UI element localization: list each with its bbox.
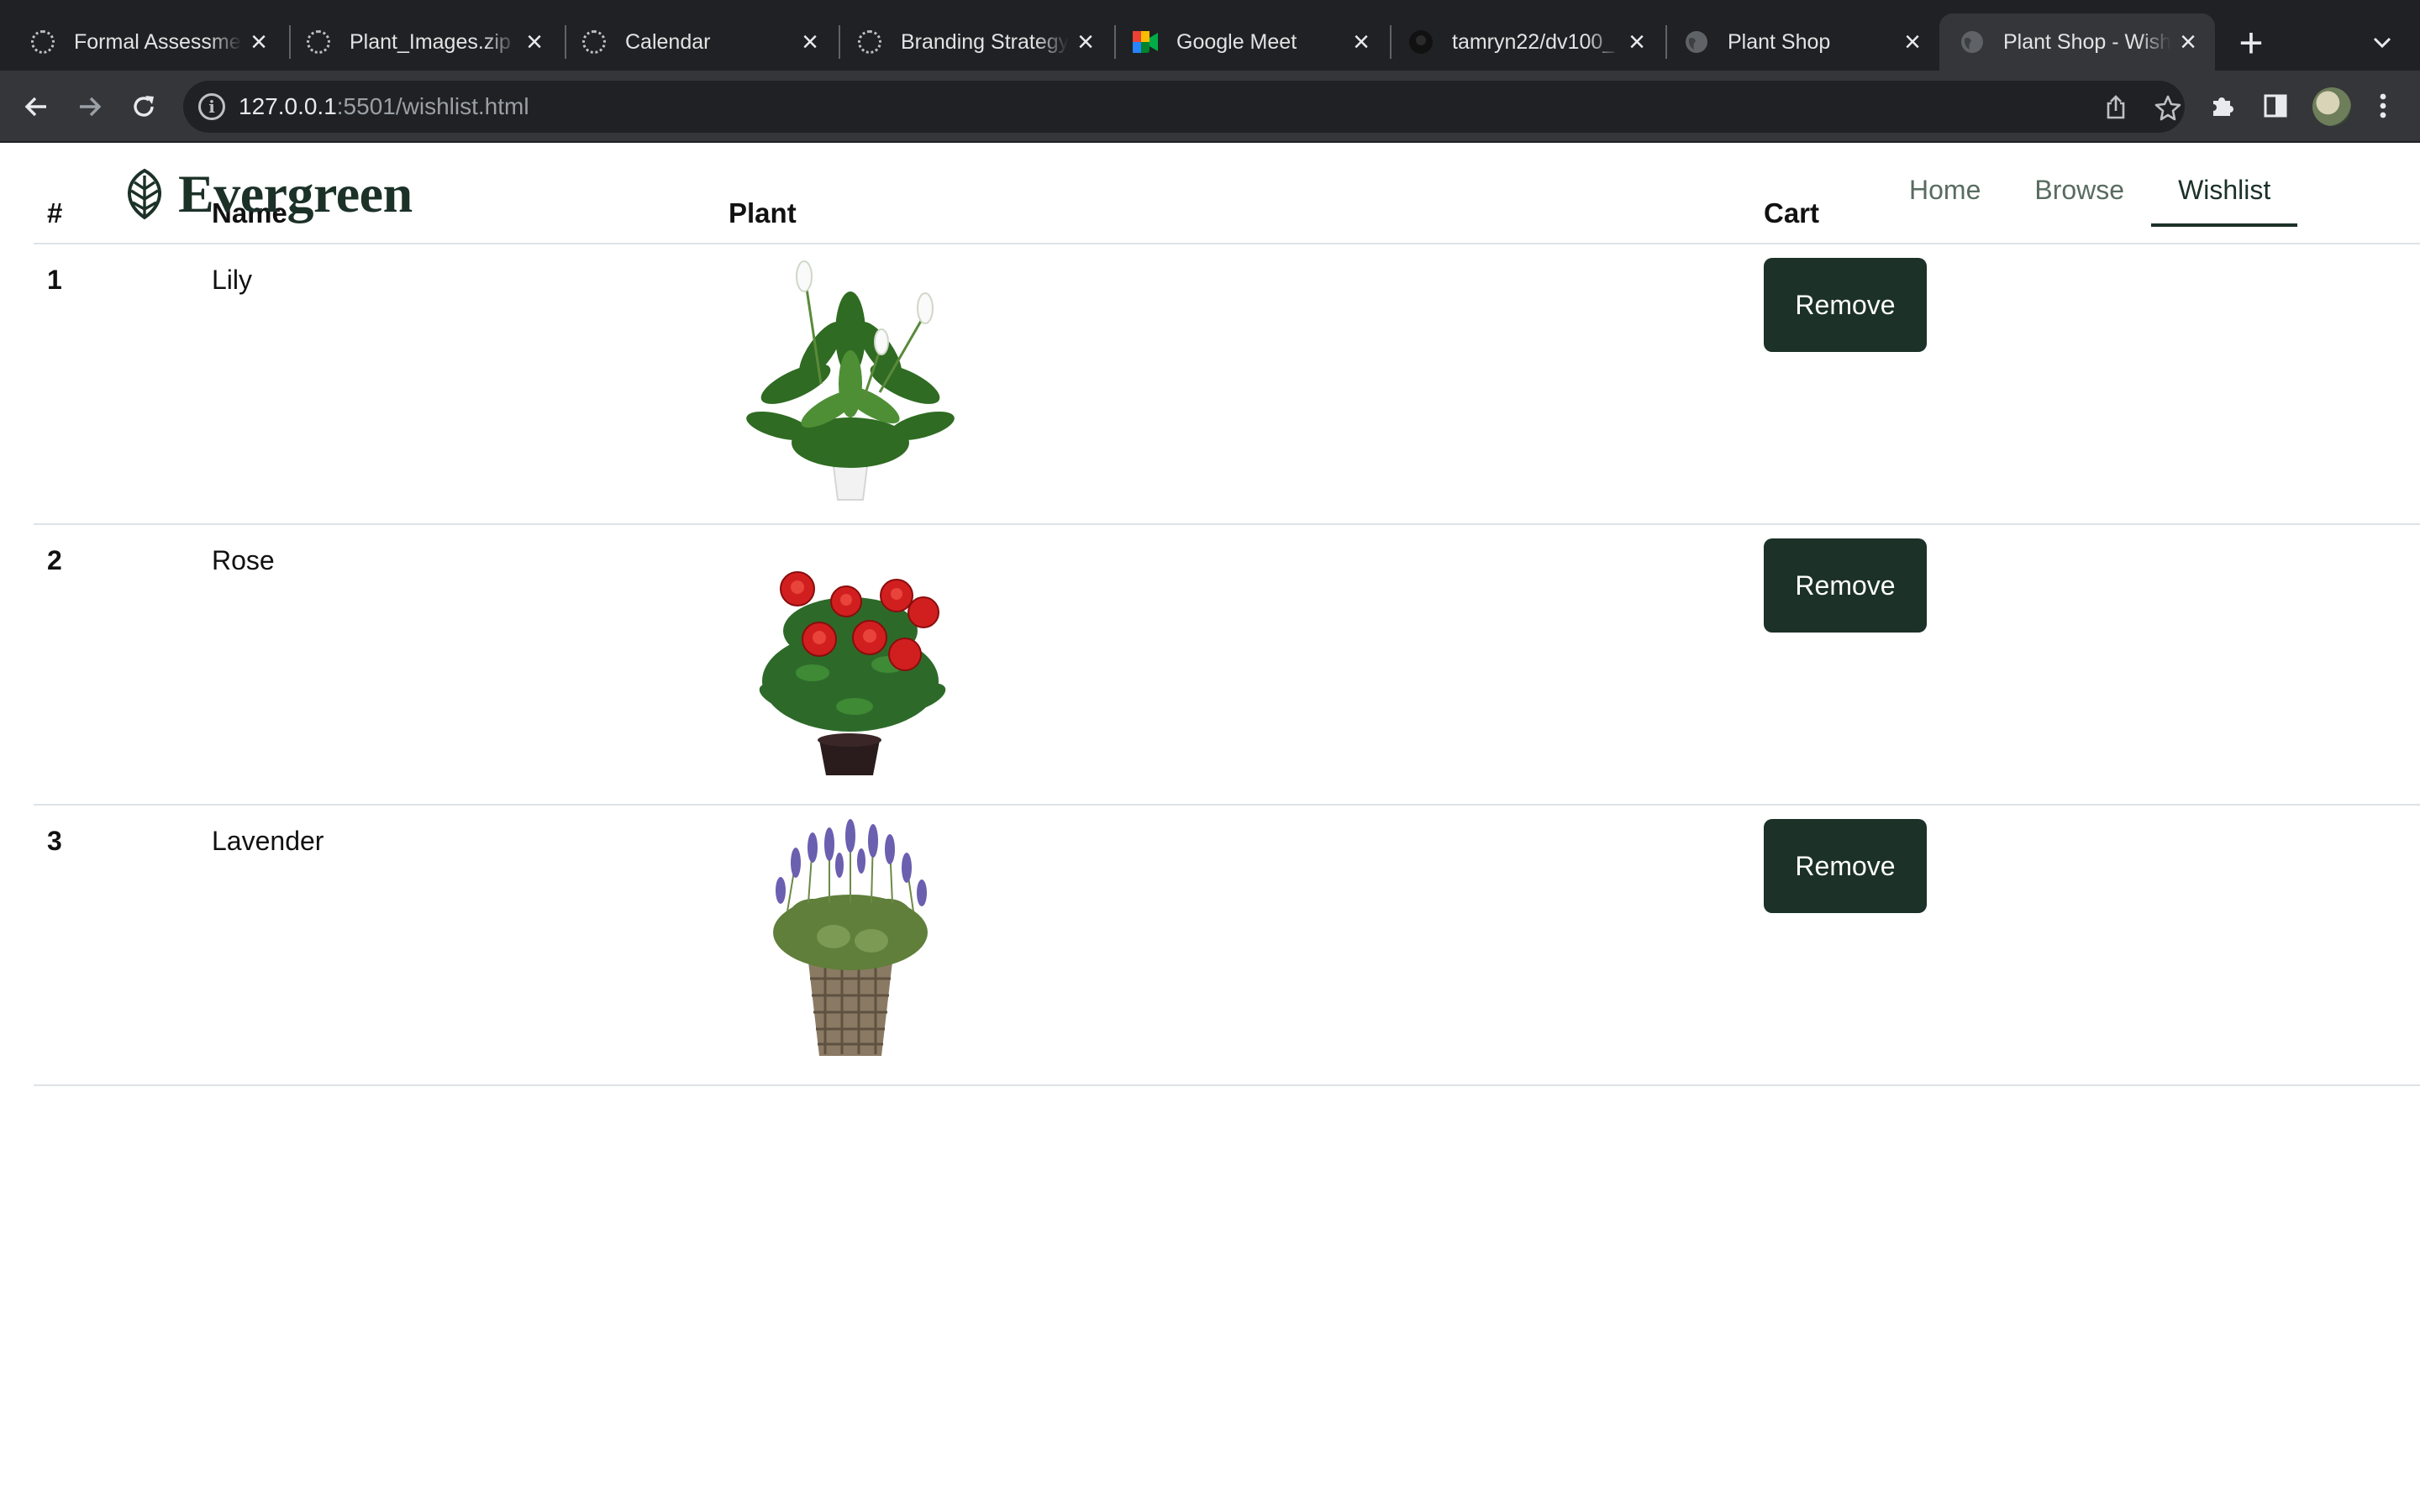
cart-cell: Remove [1764, 524, 2420, 806]
globe-icon [1960, 29, 1985, 55]
side-panel-icon[interactable] [2257, 87, 2294, 124]
loading-spinner-icon [30, 29, 55, 55]
plant-image-cell [729, 524, 1764, 806]
peace-lily-plant-image [746, 260, 955, 501]
wishlist-table: # Name Plant Cart 1 Lily Remove 2 Rose R… [34, 186, 2420, 1086]
column-header-plant: Plant [729, 186, 1764, 244]
url-path: :5501/wishlist.html [336, 93, 529, 119]
browser-tab[interactable]: Plant Shop × [1654, 13, 1939, 71]
profile-avatar[interactable] [2312, 87, 2351, 126]
close-tab-icon[interactable]: × [1069, 25, 1102, 59]
lavender-plant-image [773, 819, 928, 1056]
nav-wishlist[interactable]: Wishlist [2151, 166, 2298, 227]
brand-name: Evergreen [178, 164, 413, 223]
tab-title: Plant Shop - Wishlist [2003, 29, 2171, 54]
github-icon [1408, 29, 1434, 55]
plant-name: Lily [212, 244, 729, 525]
close-tab-icon[interactable]: × [2171, 25, 2205, 59]
browser-menu-kebab-icon[interactable] [2365, 87, 2402, 124]
nav-home[interactable]: Home [1882, 166, 2007, 227]
page-content: # Name Plant Cart 1 Lily Remove 2 Rose R… [0, 143, 2420, 1512]
forward-button[interactable] [71, 87, 109, 126]
share-icon[interactable] [2101, 92, 2131, 123]
tab-search-chevron-icon[interactable] [2361, 18, 2403, 67]
close-tab-icon[interactable]: × [518, 25, 551, 59]
address-url: 127.0.0.1:5501/wishlist.html [239, 93, 529, 120]
plant-image-cell [729, 805, 1764, 1086]
close-tab-icon[interactable]: × [242, 25, 276, 59]
extensions-puzzle-icon[interactable] [2203, 87, 2240, 124]
row-number: 2 [34, 524, 212, 806]
tab-title: Plant Shop [1728, 29, 1831, 54]
browser-toolbar: i 127.0.0.1:5501/wishlist.html [0, 71, 2420, 143]
browser-tab[interactable]: Plant_Images.zip × [276, 13, 561, 71]
reload-button[interactable] [124, 87, 163, 126]
address-bar[interactable]: i 127.0.0.1:5501/wishlist.html [183, 81, 2185, 133]
tab-title: Formal Assessment [74, 29, 242, 54]
google-meet-icon [1133, 29, 1158, 55]
site-info-icon[interactable]: i [198, 93, 225, 120]
cart-cell: Remove [1764, 244, 2420, 525]
plant-name: Lavender [212, 805, 729, 1086]
tab-title: tamryn22/dv100_ [1452, 29, 1615, 54]
close-tab-icon[interactable]: × [1896, 25, 1929, 59]
close-tab-icon[interactable]: × [1344, 25, 1378, 59]
back-button[interactable] [17, 87, 55, 126]
tab-title: Branding Strategy [901, 29, 1069, 54]
tab-title: Google Meet [1176, 29, 1297, 54]
bookmark-star-icon[interactable] [2153, 92, 2183, 123]
plant-name: Rose [212, 524, 729, 806]
loading-spinner-icon [581, 29, 607, 55]
browser-tab[interactable]: Google Meet × [1102, 13, 1388, 71]
loading-spinner-icon [306, 29, 331, 55]
site-navigation: Home Browse Wishlist [1882, 166, 2298, 227]
url-host: 127.0.0.1 [239, 93, 337, 119]
browser-tab[interactable]: tamryn22/dv100_ × [1378, 13, 1664, 71]
site-logo[interactable]: Evergreen [119, 164, 413, 223]
row-number: 3 [34, 805, 212, 1086]
browser-tab[interactable]: Calendar × [551, 13, 837, 71]
red-rose-plant-image [759, 571, 946, 775]
nav-browse[interactable]: Browse [2007, 166, 2151, 227]
browser-tab-strip: Formal Assessment × Plant_Images.zip × C… [0, 0, 2420, 71]
row-number: 1 [34, 244, 212, 525]
loading-spinner-icon [857, 29, 882, 55]
globe-icon [1684, 29, 1709, 55]
browser-tab[interactable]: Formal Assessment × [0, 13, 286, 71]
plant-image-cell [729, 244, 1764, 525]
cart-cell: Remove [1764, 805, 2420, 1086]
tab-title: Calendar [625, 29, 711, 54]
browser-tab[interactable]: Branding Strategy × [827, 13, 1113, 71]
close-tab-icon[interactable]: × [793, 25, 827, 59]
table-row: 3 Lavender Remove [34, 805, 2420, 1086]
close-tab-icon[interactable]: × [1620, 25, 1654, 59]
remove-button[interactable]: Remove [1764, 819, 1927, 913]
leaf-logo-icon [128, 168, 161, 220]
tab-title: Plant_Images.zip [350, 29, 511, 54]
browser-tab-active[interactable]: Plant Shop - Wishlist × [1939, 13, 2215, 71]
remove-button[interactable]: Remove [1764, 538, 1927, 633]
forward-arrow-icon [80, 97, 102, 117]
table-row: 1 Lily Remove [34, 244, 2420, 525]
new-tab-button[interactable]: + [2227, 18, 2275, 67]
remove-button[interactable]: Remove [1764, 258, 1927, 352]
reload-icon [134, 96, 154, 117]
back-arrow-icon [24, 97, 46, 117]
table-row: 2 Rose Remove [34, 524, 2420, 806]
